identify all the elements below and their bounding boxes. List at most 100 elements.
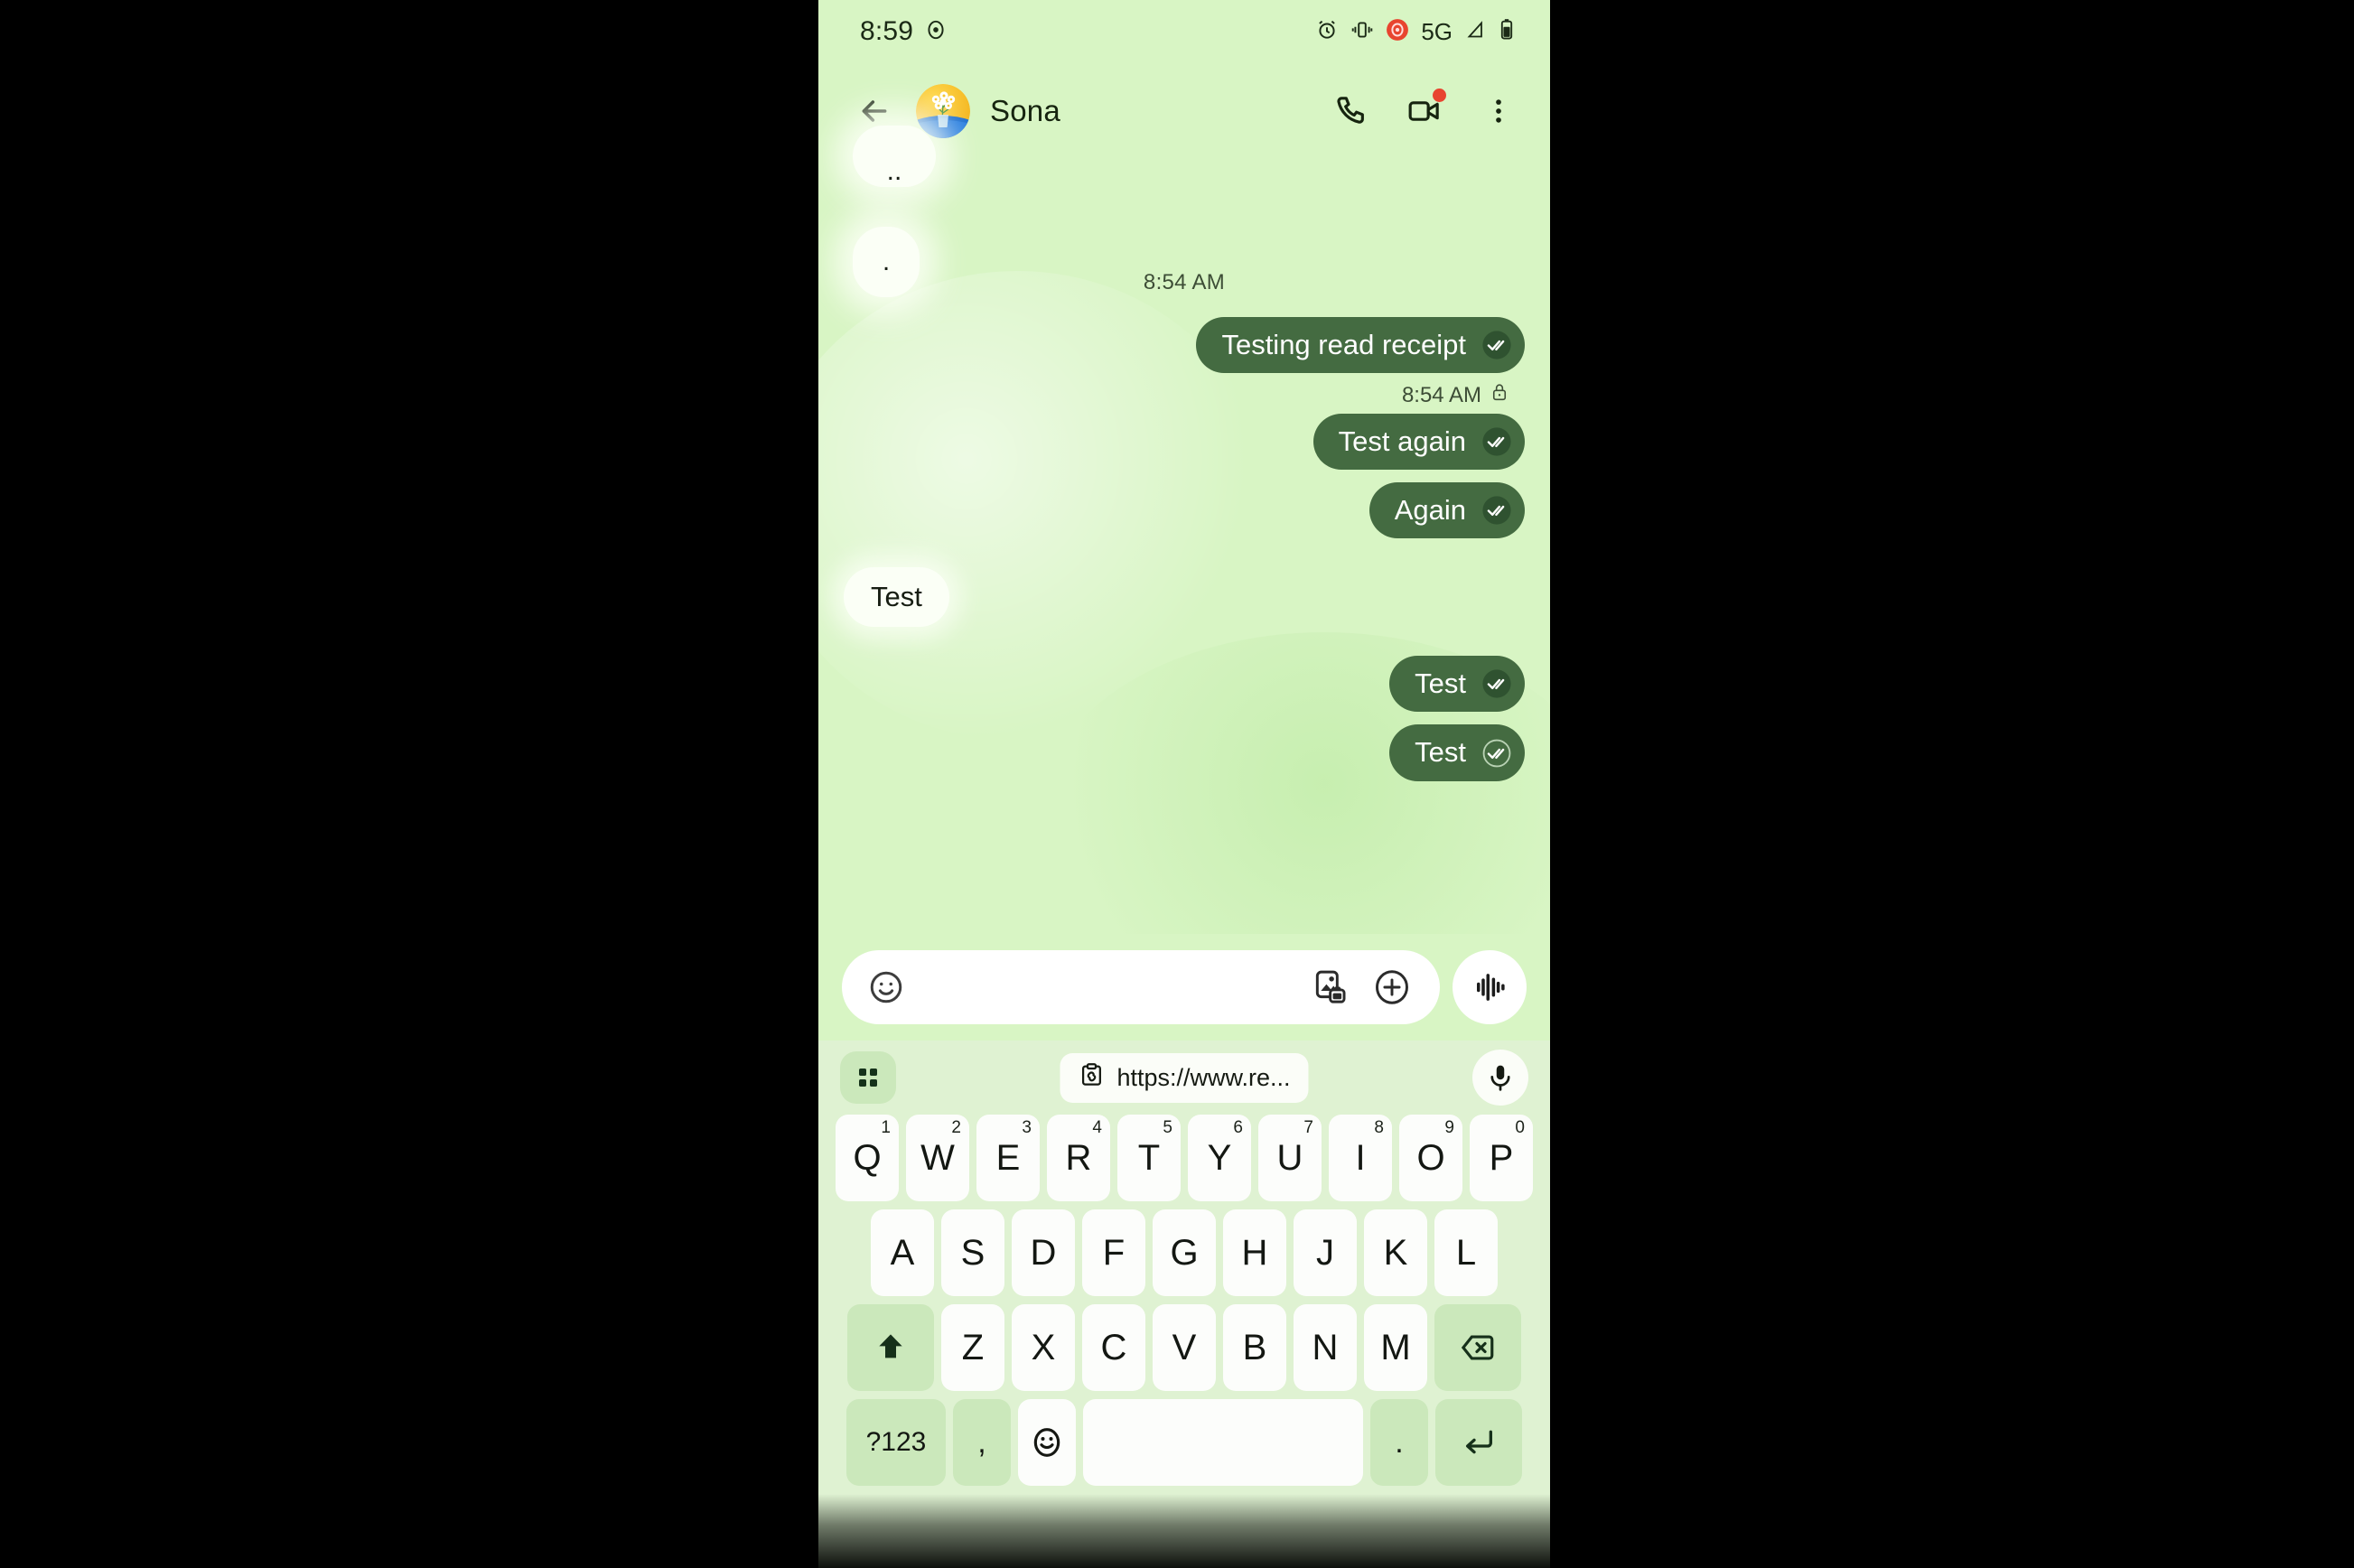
key-o[interactable]: O9 bbox=[1399, 1115, 1462, 1201]
key-x[interactable]: X bbox=[1012, 1304, 1075, 1391]
key-n[interactable]: N bbox=[1294, 1304, 1357, 1391]
keyboard-row-4: ?123 , . bbox=[818, 1399, 1550, 1494]
key-m[interactable]: M bbox=[1364, 1304, 1427, 1391]
key-label: M bbox=[1380, 1327, 1411, 1367]
list-item[interactable]: .. bbox=[853, 126, 936, 187]
key-label: E bbox=[995, 1137, 1021, 1178]
network-type-label: 5G bbox=[1421, 17, 1453, 45]
key-label: G bbox=[1170, 1232, 1199, 1273]
phone-screen: 8:59 5G Sona .. . 8:54 AM Testing read r… bbox=[818, 0, 1550, 1568]
screenshot-bottom-fade bbox=[818, 1494, 1550, 1568]
enter-key[interactable] bbox=[1435, 1399, 1522, 1486]
comma-key[interactable]: , bbox=[953, 1399, 1011, 1486]
key-w[interactable]: W2 bbox=[906, 1115, 969, 1201]
emoji-icon[interactable] bbox=[862, 963, 911, 1012]
voice-message-button[interactable] bbox=[1453, 950, 1527, 1024]
key-p[interactable]: P0 bbox=[1470, 1115, 1533, 1201]
message-bubble-outgoing[interactable]: Test bbox=[1389, 656, 1525, 713]
contact-name[interactable]: Sona bbox=[990, 94, 1060, 128]
emoji-key[interactable] bbox=[1018, 1399, 1076, 1486]
key-t[interactable]: T5 bbox=[1117, 1115, 1181, 1201]
shift-key[interactable] bbox=[847, 1304, 934, 1391]
key-s[interactable]: S bbox=[941, 1209, 1004, 1296]
key-number-hint: 8 bbox=[1374, 1118, 1384, 1137]
keyboard-row-3-letters: ZXCVBNM bbox=[941, 1304, 1427, 1391]
key-label: Y bbox=[1207, 1137, 1232, 1178]
message-bubble-incoming[interactable]: Test bbox=[844, 567, 949, 628]
app-grid-icon[interactable] bbox=[840, 1051, 896, 1104]
kebab-menu-icon bbox=[1496, 98, 1501, 123]
read-receipt-icon bbox=[1481, 426, 1512, 457]
scrolled-partial-messages: .. . bbox=[844, 126, 1525, 297]
compose-bar bbox=[818, 934, 1550, 1041]
key-label: A bbox=[890, 1232, 915, 1273]
message-bubble-outgoing[interactable]: Test again bbox=[1312, 414, 1525, 471]
key-c[interactable]: C bbox=[1082, 1304, 1145, 1391]
key-b[interactable]: B bbox=[1223, 1304, 1286, 1391]
key-number-hint: 1 bbox=[881, 1118, 891, 1137]
message-thread[interactable]: .. . 8:54 AM Testing read receipt 8:54 A… bbox=[818, 126, 1550, 781]
more-options-button[interactable] bbox=[1474, 87, 1523, 135]
emoji-icon bbox=[1033, 1428, 1060, 1457]
list-item[interactable]: . bbox=[853, 227, 920, 297]
key-number-hint: 3 bbox=[1022, 1118, 1032, 1137]
key-a[interactable]: A bbox=[871, 1209, 934, 1296]
message-bubble-outgoing[interactable]: Test bbox=[1389, 724, 1525, 781]
timestamp-text: 8:54 AM bbox=[1401, 382, 1481, 407]
backspace-key[interactable] bbox=[1434, 1304, 1521, 1391]
space-key[interactable] bbox=[1083, 1399, 1363, 1486]
key-g[interactable]: G bbox=[1153, 1209, 1216, 1296]
status-time: 8:59 bbox=[860, 16, 914, 46]
key-v[interactable]: V bbox=[1153, 1304, 1216, 1391]
key-h[interactable]: H bbox=[1223, 1209, 1286, 1296]
symbols-key[interactable]: ?123 bbox=[846, 1399, 946, 1486]
key-label: S bbox=[960, 1232, 986, 1273]
message-bubble-outgoing[interactable]: Again bbox=[1368, 482, 1525, 539]
status-bar: 8:59 5G bbox=[818, 0, 1550, 63]
screen-record-icon bbox=[924, 18, 948, 46]
phone-icon bbox=[1337, 96, 1364, 124]
keyboard-row-1: Q1W2E3R4T5Y6U7I8O9P0 bbox=[818, 1115, 1550, 1209]
recording-icon bbox=[1386, 18, 1409, 46]
message-bubble-outgoing[interactable]: Testing read receipt bbox=[1196, 317, 1525, 374]
key-k[interactable]: K bbox=[1364, 1209, 1427, 1296]
message-input-container[interactable] bbox=[842, 950, 1440, 1024]
key-d[interactable]: D bbox=[1012, 1209, 1075, 1296]
table-row: Test again bbox=[844, 414, 1525, 471]
screenshot-canvas: 8:59 5G Sona .. . 8:54 AM Testing read r… bbox=[0, 0, 2354, 1568]
key-label: U bbox=[1276, 1137, 1303, 1178]
key-j[interactable]: J bbox=[1294, 1209, 1357, 1296]
add-attachment-icon[interactable] bbox=[1368, 963, 1416, 1012]
clipboard-suggestion-text: https://www.re... bbox=[1116, 1063, 1291, 1091]
call-button[interactable] bbox=[1326, 87, 1375, 135]
message-text: Test again bbox=[1338, 425, 1466, 458]
table-row: Again bbox=[844, 482, 1525, 539]
message-text: Test bbox=[1415, 736, 1466, 769]
audio-waveform-icon bbox=[1477, 974, 1505, 1001]
key-label: O bbox=[1416, 1137, 1445, 1178]
table-row: Test bbox=[844, 567, 1525, 628]
video-call-button[interactable] bbox=[1400, 87, 1449, 135]
read-receipt-icon bbox=[1481, 330, 1512, 360]
key-f[interactable]: F bbox=[1082, 1209, 1145, 1296]
voice-input-icon[interactable] bbox=[1472, 1050, 1528, 1106]
key-y[interactable]: Y6 bbox=[1188, 1115, 1251, 1201]
shift-icon bbox=[879, 1334, 902, 1358]
key-i[interactable]: I8 bbox=[1329, 1115, 1392, 1201]
key-r[interactable]: R4 bbox=[1047, 1115, 1110, 1201]
key-number-hint: 7 bbox=[1303, 1118, 1313, 1137]
clipboard-suggestion-chip[interactable]: https://www.re... bbox=[1060, 1052, 1309, 1103]
key-q[interactable]: Q1 bbox=[836, 1115, 899, 1201]
key-label: V bbox=[1172, 1327, 1197, 1367]
key-u[interactable]: U7 bbox=[1258, 1115, 1322, 1201]
key-z[interactable]: Z bbox=[941, 1304, 1004, 1391]
key-l[interactable]: L bbox=[1434, 1209, 1498, 1296]
period-key[interactable]: . bbox=[1370, 1399, 1428, 1486]
avatar[interactable] bbox=[916, 83, 970, 138]
keyboard-row-3: ZXCVBNM bbox=[818, 1304, 1550, 1399]
message-input[interactable] bbox=[923, 972, 1294, 1003]
key-e[interactable]: E3 bbox=[976, 1115, 1040, 1201]
gallery-camera-icon[interactable] bbox=[1306, 963, 1355, 1012]
table-row: Test bbox=[844, 656, 1525, 713]
key-label: J bbox=[1316, 1232, 1334, 1273]
